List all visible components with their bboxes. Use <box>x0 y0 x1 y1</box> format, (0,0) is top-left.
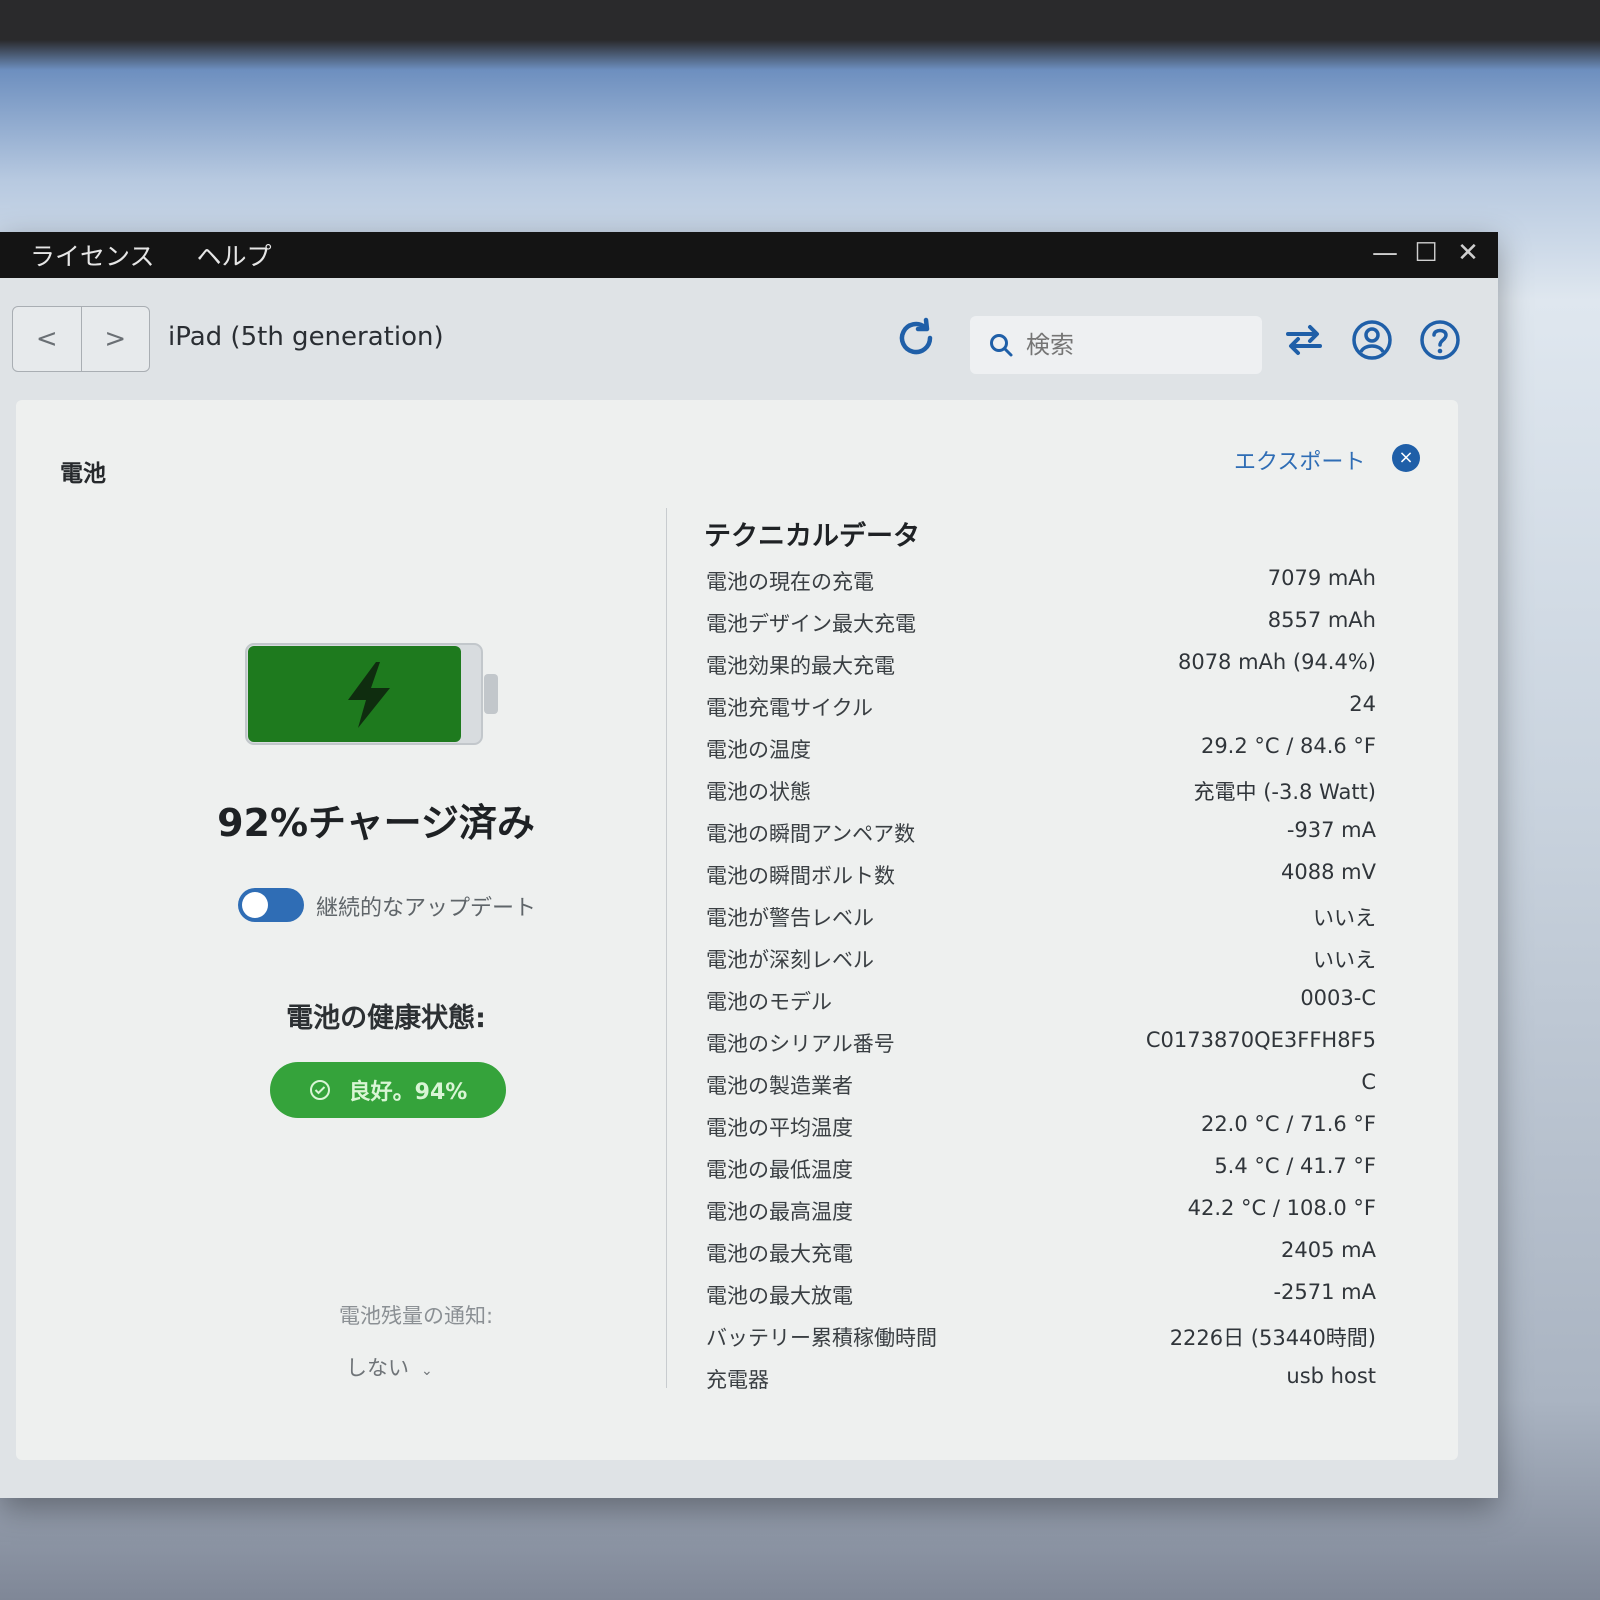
battery-icon <box>245 643 498 745</box>
tech-label: 充電器 <box>706 1368 769 1392</box>
tech-row: バッテリー累積稼働時間 2226日 (53440時間) <box>706 1322 1376 1362</box>
tech-row: 電池デザイン最大充電 8557 mAh <box>706 608 1376 648</box>
toggle-knob <box>242 892 268 918</box>
toolbar: < > iPad (5th generation) <box>0 278 1498 398</box>
help-icon[interactable] <box>1418 318 1462 362</box>
check-circle-icon <box>309 1080 330 1100</box>
menu-license[interactable]: ライセンス <box>30 237 155 273</box>
tech-value: C <box>1361 1070 1376 1094</box>
tech-label: 電池のモデル <box>706 990 832 1014</box>
tech-row: 電池充電サイクル 24 <box>706 692 1376 732</box>
menu-bar: ライセンス ヘルプ — ☐ ✕ <box>0 232 1498 278</box>
tech-label: 電池の現在の充電 <box>706 570 874 594</box>
tech-row: 電池のシリアル番号 C0173870QE3FFH8F5 <box>706 1028 1376 1068</box>
maximize-button[interactable]: ☐ <box>1414 238 1438 268</box>
tech-value: 0003-C <box>1300 986 1376 1010</box>
search-box[interactable] <box>970 316 1262 374</box>
divider <box>666 508 667 1388</box>
search-icon <box>990 334 1013 357</box>
tech-row: 電池の平均温度 22.0 °C / 71.6 °F <box>706 1112 1376 1152</box>
app-window: ライセンス ヘルプ — ☐ ✕ < > iPad (5th generation… <box>0 232 1498 1498</box>
tech-row: 充電器 usb host <box>706 1364 1376 1404</box>
minimize-button[interactable]: — <box>1372 238 1398 268</box>
account-icon[interactable] <box>1350 318 1394 362</box>
back-button[interactable]: < <box>13 307 81 371</box>
continuous-update-label: 継続的なアップデート <box>316 896 537 921</box>
tech-value: 5.4 °C / 41.7 °F <box>1214 1154 1376 1178</box>
tech-label: 電池の最大充電 <box>706 1242 853 1266</box>
tech-label: 電池の瞬間ボルト数 <box>706 864 895 888</box>
tech-value: 8557 mAh <box>1267 608 1376 632</box>
tech-row: 電池のモデル 0003-C <box>706 986 1376 1026</box>
tech-value: 2226日 (53440時間) <box>1169 1326 1376 1350</box>
tech-row: 電池の状態 充電中 (-3.8 Watt) <box>706 776 1376 816</box>
health-heading: 電池の健康状態: <box>286 1003 486 1034</box>
tech-label: 電池のシリアル番号 <box>706 1032 895 1056</box>
tech-value: いいえ <box>1313 948 1376 972</box>
tech-value: 7079 mAh <box>1267 566 1376 590</box>
tech-row: 電池の最大放電 -2571 mA <box>706 1280 1376 1320</box>
tech-value: -937 mA <box>1286 818 1376 842</box>
tech-label: 電池充電サイクル <box>706 696 873 720</box>
tech-row: 電池が警告レベル いいえ <box>706 902 1376 942</box>
tech-label: 電池の最高温度 <box>706 1200 853 1224</box>
nav-buttons: < > <box>12 306 150 372</box>
tech-value: 24 <box>1349 692 1376 716</box>
health-badge: 良好。94% <box>270 1062 506 1118</box>
panel-title: 電池 <box>60 461 106 487</box>
tech-row: 電池の最低温度 5.4 °C / 41.7 °F <box>706 1154 1376 1194</box>
close-panel-icon[interactable]: × <box>1392 444 1420 472</box>
tech-value: 22.0 °C / 71.6 °F <box>1200 1112 1376 1136</box>
tech-row: 電池の瞬間ボルト数 4088 mV <box>706 860 1376 900</box>
menu-help[interactable]: ヘルプ <box>197 237 272 273</box>
tech-label: 電池デザイン最大充電 <box>706 612 916 636</box>
refresh-icon[interactable] <box>892 314 940 362</box>
search-input[interactable] <box>1024 330 1248 360</box>
tech-row: 電池の温度 29.2 °C / 84.6 °F <box>706 734 1376 774</box>
technical-data-title: テクニカルデータ <box>704 521 920 552</box>
tech-value: C0173870QE3FFH8F5 <box>1145 1028 1376 1052</box>
close-window-button[interactable]: ✕ <box>1456 238 1480 268</box>
tech-label: 電池が警告レベル <box>706 906 874 930</box>
device-title: iPad (5th generation) <box>168 322 444 352</box>
tech-value: 29.2 °C / 84.6 °F <box>1200 734 1376 758</box>
tech-label: バッテリー累積稼働時間 <box>706 1326 937 1350</box>
export-link[interactable]: エクスポート <box>1234 444 1365 476</box>
window-controls: — ☐ ✕ <box>1372 238 1480 268</box>
tech-row: 電池効果的最大充電 8078 mAh (94.4%) <box>706 650 1376 690</box>
continuous-update-toggle[interactable] <box>238 888 304 922</box>
tech-value: 充電中 (-3.8 Watt) <box>1193 780 1376 804</box>
notify-select[interactable]: しない ⌄ <box>346 1352 433 1382</box>
tech-value: -2571 mA <box>1273 1280 1376 1304</box>
tech-row: 電池の製造業者 C <box>706 1070 1376 1110</box>
tech-label: 電池の製造業者 <box>706 1074 853 1098</box>
chevron-down-icon: ⌄ <box>421 1363 433 1379</box>
tech-value: 4088 mV <box>1281 860 1376 884</box>
tech-value: usb host <box>1286 1364 1376 1388</box>
tech-row: 電池が深刻レベル いいえ <box>706 944 1376 984</box>
battery-panel: 電池 エクスポート × 92%チャージ済み 継続的なアップデート 電池の健康状態… <box>16 400 1458 1460</box>
tech-label: 電池が深刻レベル <box>706 948 874 972</box>
tech-label: 電池の温度 <box>706 738 811 762</box>
tech-label: 電池の平均温度 <box>706 1116 853 1140</box>
tech-value: いいえ <box>1313 906 1376 930</box>
tech-label: 電池の最低温度 <box>706 1158 853 1182</box>
health-badge-text: 良好。94% <box>348 1080 468 1105</box>
tech-row: 電池の最大充電 2405 mA <box>706 1238 1376 1278</box>
tech-value: 42.2 °C / 108.0 °F <box>1187 1196 1376 1220</box>
tech-row: 電池の現在の充電 7079 mAh <box>706 566 1376 606</box>
tech-label: 電池効果的最大充電 <box>706 654 895 678</box>
notify-select-value: しない <box>346 1356 409 1380</box>
tech-label: 電池の状態 <box>706 780 811 804</box>
tech-row: 電池の最高温度 42.2 °C / 108.0 °F <box>706 1196 1376 1236</box>
tech-row: 電池の瞬間アンペア数 -937 mA <box>706 818 1376 858</box>
transfer-icon[interactable] <box>1282 318 1326 362</box>
tech-value: 2405 mA <box>1281 1238 1376 1262</box>
tech-label: 電池の最大放電 <box>706 1284 853 1308</box>
notify-label: 電池残量の通知: <box>338 1304 494 1328</box>
forward-button[interactable]: > <box>80 307 150 371</box>
tech-value: 8078 mAh (94.4%) <box>1177 650 1376 674</box>
tech-label: 電池の瞬間アンペア数 <box>706 822 916 846</box>
charge-status: 92%チャージ済み <box>217 801 535 845</box>
